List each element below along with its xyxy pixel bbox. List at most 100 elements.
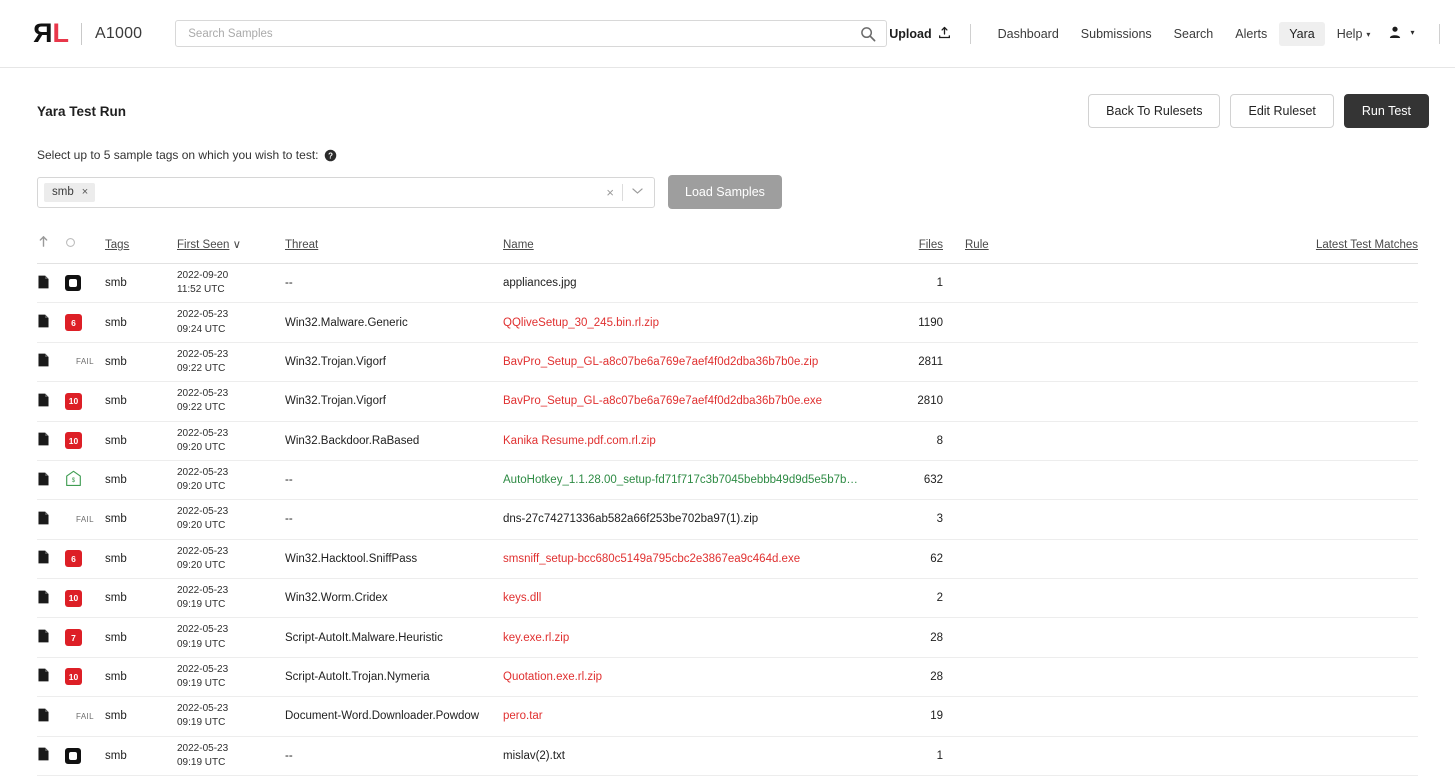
row-tags-cell[interactable]: smb [105,342,177,381]
row-name-cell[interactable]: BavPro_Setup_GL-a8c07be6a769e7aef4f0d2db… [503,382,891,421]
header-first-seen[interactable]: First Seen ∨ [177,235,285,264]
nav-link-search[interactable]: Search [1164,22,1224,46]
nav-link-help[interactable]: Help ▾ [1327,22,1381,46]
header-latest-test-matches[interactable]: Latest Test Matches [1085,235,1418,264]
row-tags-cell[interactable]: smb [105,264,177,303]
search-input[interactable] [188,27,861,40]
threat-level-badge[interactable]: 7 [65,629,82,647]
goodware-badge-icon[interactable]: $ [65,470,82,490]
row-name-link[interactable]: BavPro_Setup_GL-a8c07be6a769e7aef4f0d2db… [503,395,822,407]
header-latest-test-matches-label[interactable]: Latest Test Matches [1316,239,1418,251]
header-rule[interactable]: Rule [965,235,1085,264]
table-row[interactable]: 10 smb 2022-05-23 09:20 UTC Win32.Backdoor.R… [37,421,1418,461]
nav-link-alerts[interactable]: Alerts [1225,22,1277,46]
row-name-cell[interactable]: BavPro_Setup_GL-a8c07be6a769e7aef4f0d2db… [503,342,891,381]
circle-icon[interactable] [65,238,76,251]
row-tags-cell[interactable]: smb [105,460,177,499]
chevron-down-icon[interactable] [623,187,652,198]
row-name-link[interactable]: AutoHotkey_1.1.28.00_setup-fd71f717c3b70… [503,474,858,486]
chevron-down-icon[interactable]: ∨ [233,239,241,251]
row-name-cell[interactable]: keys.dll [503,579,891,618]
row-name-cell[interactable]: AutoHotkey_1.1.28.00_setup-fd71f717c3b70… [503,460,891,499]
row-tags-cell[interactable]: smb [105,579,177,618]
edit-ruleset-button[interactable]: Edit Ruleset [1230,94,1334,128]
table-row[interactable]: FAIL smb 2022-05-23 09:19 UTC Document-Word.… [37,697,1418,736]
unknown-status-badge-icon[interactable] [65,275,81,292]
run-test-button[interactable]: Run Test [1343,94,1429,128]
row-tags-cell[interactable]: smb [105,303,177,342]
header-name-label[interactable]: Name [503,239,534,251]
back-to-rulesets-button[interactable]: Back To Rulesets [1088,94,1221,128]
table-row[interactable]: 7 smb 2022-05-23 09:19 UTC Script-AutoIt.Mal… [37,618,1418,658]
row-name-link[interactable]: Kanika Resume.pdf.com.rl.zip [503,435,656,447]
table-row[interactable]: 10 smb 2022-05-23 09:19 UTC Win32.Worm.Cride… [37,579,1418,618]
header-tags-label[interactable]: Tags [105,239,129,251]
row-name-link[interactable]: pero.tar [503,710,543,722]
header-threat-label[interactable]: Threat [285,239,318,251]
brand-logo[interactable]: RL A1000 [34,18,142,48]
row-name-link[interactable]: key.exe.rl.zip [503,632,569,644]
header-classification[interactable] [37,235,65,264]
header-files[interactable]: Files [891,235,965,264]
table-row[interactable]: 10 smb 2022-05-23 09:22 UTC Win32.Trojan.Vig… [37,382,1418,421]
clear-tags-icon[interactable]: × [598,185,622,200]
header-first-seen-label[interactable]: First Seen [177,239,229,251]
row-tags-cell[interactable]: smb [105,500,177,539]
table-row[interactable]: FAIL smb 2022-05-23 09:20 UTC -- dns-27c74271… [37,500,1418,540]
threat-level-badge[interactable]: 6 [65,550,82,568]
threat-level-badge[interactable]: 10 [65,432,82,450]
tag-chip-smb[interactable]: smb × [44,182,96,202]
row-name-link[interactable]: appliances.jpg [503,277,577,289]
row-name-cell[interactable]: QQliveSetup_30_245.bin.rl.zip [503,303,891,342]
user-menu-button[interactable]: ▾ [1380,20,1422,47]
unknown-status-badge-icon[interactable] [65,747,81,764]
nav-link-yara[interactable]: Yara [1279,21,1325,46]
table-row[interactable]: 6 smb 2022-05-23 09:20 UTC Win32.Hacktool.Sn… [37,539,1418,579]
table-row[interactable]: $ smb 2022-05-23 09:20 UTC -- AutoHotkey_1.1.… [37,460,1418,500]
row-name-cell[interactable]: mislav(2).txt [503,736,891,775]
search-icon[interactable] [860,26,876,42]
upload-arrow-icon[interactable] [37,236,50,251]
threat-level-badge[interactable]: 6 [65,314,82,332]
row-name-link[interactable]: QQliveSetup_30_245.bin.rl.zip [503,317,659,329]
row-tags-cell[interactable]: smb [105,421,177,460]
row-name-cell[interactable]: dns-27c74271336ab582a66f253be702ba97(1).… [503,500,891,539]
row-name-cell[interactable]: smsniff_setup-bcc680c5149a795cbc2e3867ea… [503,539,891,578]
row-name-cell[interactable]: Kanika Resume.pdf.com.rl.zip [503,421,891,460]
row-tags-cell[interactable]: smb [105,382,177,421]
header-files-label[interactable]: Files [919,239,943,251]
help-circle-icon[interactable]: ? [324,149,337,162]
table-row[interactable]: smb 2022-05-23 09:19 UTC -- mislav(2).txt 1 [37,736,1418,776]
header-status[interactable] [65,235,105,264]
header-tags[interactable]: Tags [105,235,177,264]
row-name-link[interactable]: Quotation.exe.rl.zip [503,671,602,683]
row-name-link[interactable]: dns-27c74271336ab582a66f253be702ba97(1).… [503,513,758,525]
header-rule-label[interactable]: Rule [965,239,989,251]
table-row[interactable]: 10 smb 2022-05-23 09:19 UTC Script-AutoIt.Tr… [37,657,1418,697]
row-tags-cell[interactable]: smb [105,736,177,775]
row-name-cell[interactable]: key.exe.rl.zip [503,618,891,657]
load-samples-button[interactable]: Load Samples [668,175,782,209]
nav-link-dashboard[interactable]: Dashboard [988,22,1069,46]
threat-level-badge[interactable]: 10 [65,668,82,686]
threat-level-badge[interactable]: 10 [65,392,82,410]
close-icon[interactable]: × [82,186,88,198]
row-name-cell[interactable]: pero.tar [503,697,891,736]
row-name-link[interactable]: BavPro_Setup_GL-a8c07be6a769e7aef4f0d2db… [503,356,818,368]
row-tags-cell[interactable]: smb [105,539,177,578]
header-threat[interactable]: Threat [285,235,503,264]
row-name-link[interactable]: keys.dll [503,592,541,604]
row-name-cell[interactable]: appliances.jpg [503,264,891,303]
row-name-link[interactable]: smsniff_setup-bcc680c5149a795cbc2e3867ea… [503,553,800,565]
nav-link-submissions[interactable]: Submissions [1071,22,1162,46]
row-tags-cell[interactable]: smb [105,618,177,657]
tag-multiselect-field[interactable]: smb × × [37,176,655,208]
table-row[interactable]: smb 2022-09-20 11:52 UTC -- appliances.jpg 1 [37,264,1418,303]
row-tags-cell[interactable]: smb [105,657,177,696]
row-name-cell[interactable]: Quotation.exe.rl.zip [503,657,891,696]
table-row[interactable]: FAIL smb 2022-05-23 09:22 UTC Win32.Trojan.V… [37,342,1418,382]
threat-level-badge[interactable]: 10 [65,589,82,607]
header-name[interactable]: Name [503,235,891,264]
search-bar[interactable] [175,20,888,47]
row-tags-cell[interactable]: smb [105,697,177,736]
